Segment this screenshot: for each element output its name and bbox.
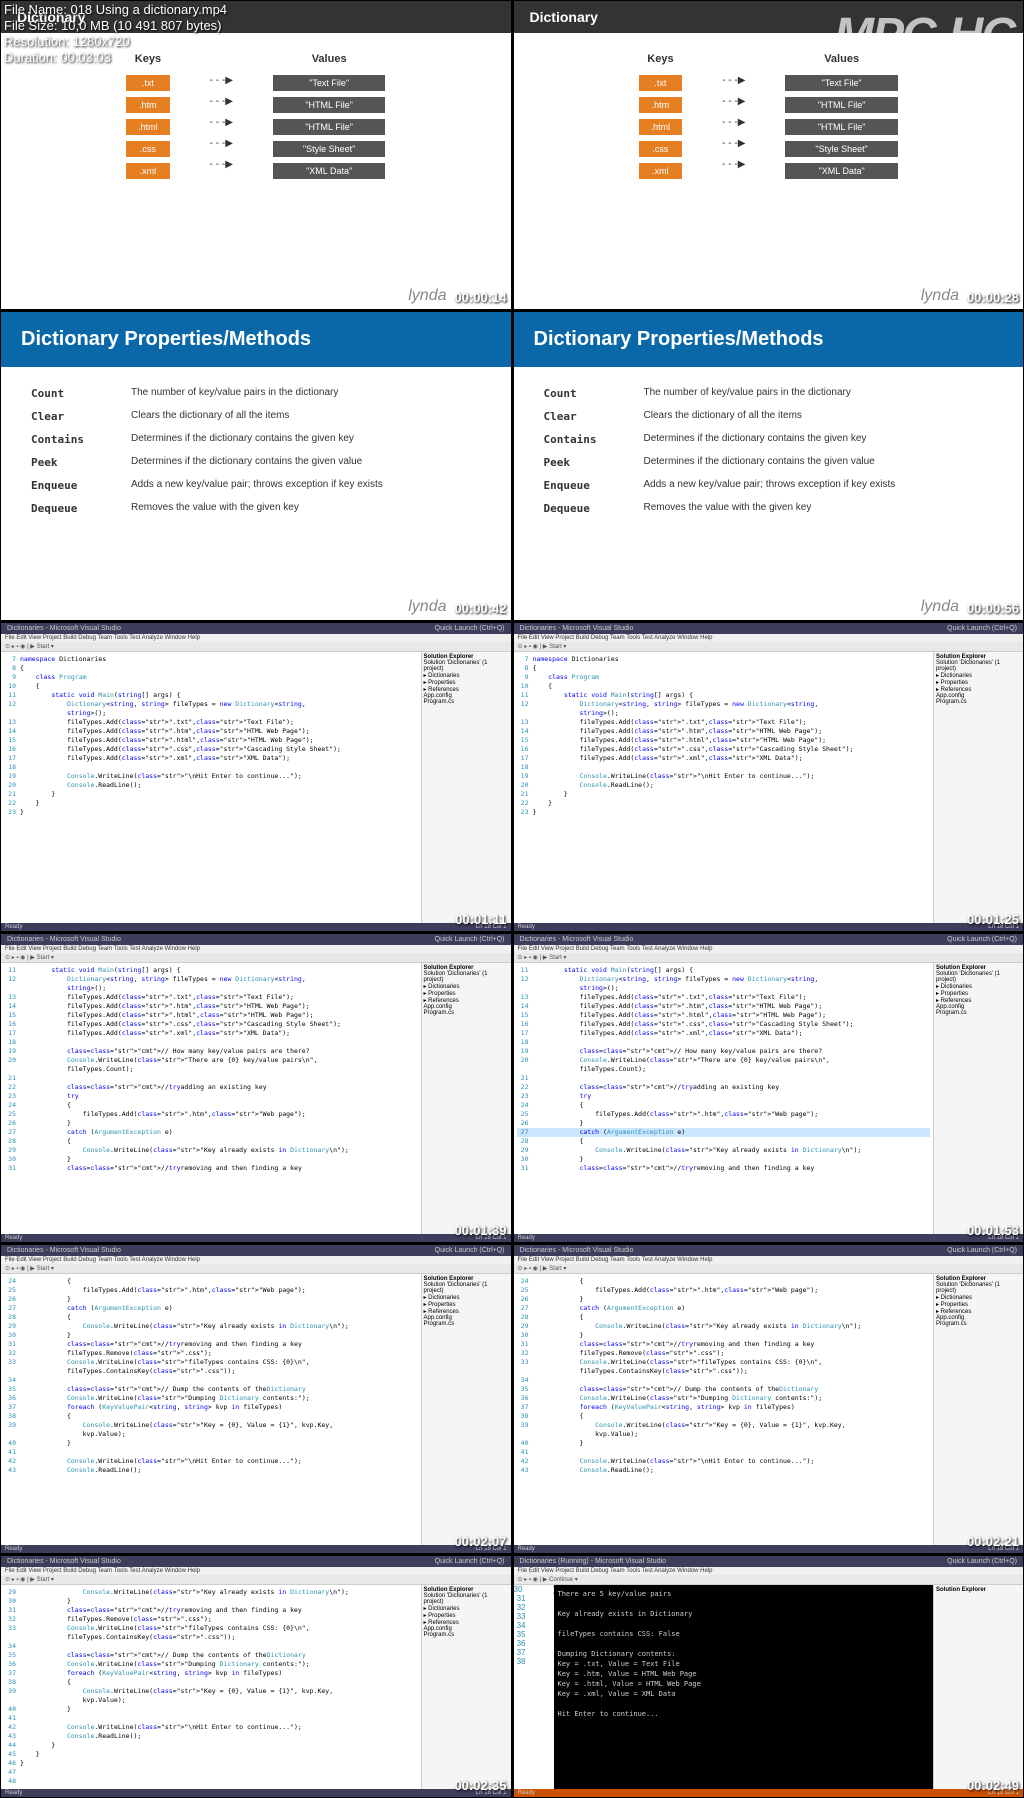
- val-box: "Text File": [273, 75, 385, 91]
- prop-name: Clear: [31, 410, 101, 423]
- timestamp: 00:01:53: [967, 1223, 1019, 1238]
- timestamp: 00:01:25: [967, 912, 1019, 927]
- meta-filename: File Name: 018 Using a dictionary.mp4: [4, 2, 227, 18]
- prop-name: Peek: [31, 456, 101, 469]
- slide-title: Dictionary Properties/Methods: [1, 312, 511, 367]
- prop-desc: Determines if the dictionary contains th…: [131, 456, 362, 469]
- timestamp: 00:02:49: [967, 1778, 1019, 1793]
- prop-desc: Clears the dictionary of all the items: [131, 410, 289, 423]
- solution-explorer[interactable]: Solution ExplorerSolution 'Dictionaries'…: [421, 652, 511, 923]
- thumbnail-6[interactable]: Dictionaries - Microsoft Visual StudioQu…: [514, 623, 1024, 931]
- thumbnail-5[interactable]: Dictionaries - Microsoft Visual StudioQu…: [1, 623, 511, 931]
- timestamp: 00:00:14: [454, 290, 506, 305]
- val-box: "HTML File": [273, 97, 385, 113]
- prop-name: Count: [31, 387, 101, 400]
- prop-name: Contains: [31, 433, 101, 446]
- prop-name: Dequeue: [31, 502, 101, 515]
- timestamp: 00:02:35: [454, 1778, 506, 1793]
- prop-desc: Removes the value with the given key: [131, 502, 299, 515]
- prop-desc: Determines if the dictionary contains th…: [131, 433, 354, 446]
- prop-desc: The number of key/value pairs in the dic…: [131, 387, 338, 400]
- prop-name: Peek: [544, 456, 614, 469]
- app-logo: MPC-HC: [834, 8, 1014, 63]
- prop-desc: Removes the value with the given key: [644, 502, 812, 515]
- prop-name: Count: [544, 387, 614, 400]
- meta-duration: Duration: 00:03:03: [4, 50, 227, 66]
- prop-name: Enqueue: [31, 479, 101, 492]
- thumbnail-3[interactable]: Dictionary Properties/Methods Count The n…: [1, 312, 511, 620]
- prop-name: Clear: [544, 410, 614, 423]
- timestamp: 00:02:07: [454, 1534, 506, 1549]
- console-output[interactable]: There are 5 key/value pairs Key already …: [554, 1585, 934, 1789]
- thumbnail-grid: Dictionary Keys .txt .htm .html .css .xm…: [0, 0, 1024, 1798]
- prop-name: Contains: [544, 433, 614, 446]
- prop-desc: Clears the dictionary of all the items: [644, 410, 802, 423]
- prop-desc: The number of key/value pairs in the dic…: [644, 387, 851, 400]
- val-box: "XML Data": [273, 163, 385, 179]
- prop-name: Dequeue: [544, 502, 614, 515]
- code-editor[interactable]: 24 {25 fileTypes.Add(class="str">".htm",…: [514, 1274, 934, 1545]
- prop-desc: Determines if the dictionary contains th…: [644, 456, 875, 469]
- vs-menubar[interactable]: File Edit View Project Build Debug Team …: [1, 634, 511, 642]
- timestamp: 00:00:42: [454, 601, 506, 616]
- thumbnail-12[interactable]: Dictionaries (Running) - Microsoft Visua…: [514, 1556, 1024, 1797]
- props-list: Count The number of key/value pairs in th…: [1, 367, 511, 545]
- code-editor[interactable]: 7namespace Dictionaries8{9 class Program…: [1, 652, 421, 923]
- thumbnail-8[interactable]: Dictionaries - Microsoft Visual StudioQu…: [514, 934, 1024, 1242]
- code-editor[interactable]: 11 static void Main(string[] args) {12 D…: [514, 963, 934, 1234]
- timestamp: 00:01:39: [454, 1223, 506, 1238]
- meta-filesize: File Size: 10,0 MB (10 491 807 bytes): [4, 18, 227, 34]
- code-editor[interactable]: 7namespace Dictionaries8{9 class Program…: [514, 652, 934, 923]
- vs-titlebar: Dictionaries - Microsoft Visual StudioQu…: [1, 623, 511, 634]
- code-editor[interactable]: 11 static void Main(string[] args) {12 D…: [1, 963, 421, 1234]
- key-box: .xml: [126, 163, 170, 179]
- key-box: .css: [126, 141, 170, 157]
- thumbnail-9[interactable]: Dictionaries - Microsoft Visual StudioQu…: [1, 1245, 511, 1553]
- code-editor[interactable]: 24 {25 fileTypes.Add(class="str">".htm",…: [1, 1274, 421, 1545]
- timestamp: 00:00:28: [967, 290, 1019, 305]
- key-box: .txt: [126, 75, 170, 91]
- timestamp: 00:00:56: [967, 601, 1019, 616]
- prop-desc: Adds a new key/value pair; throws except…: [644, 479, 896, 492]
- key-box: .htm: [126, 97, 170, 113]
- code-gutter: 30 }3132333435363738: [514, 1585, 554, 1789]
- val-box: "HTML File": [273, 119, 385, 135]
- prop-desc: Adds a new key/value pair; throws except…: [131, 479, 383, 492]
- thumbnail-10[interactable]: Dictionaries - Microsoft Visual StudioQu…: [514, 1245, 1024, 1553]
- timestamp: 00:02:21: [967, 1534, 1019, 1549]
- key-box: .html: [126, 119, 170, 135]
- thumbnail-7[interactable]: Dictionaries - Microsoft Visual StudioQu…: [1, 934, 511, 1242]
- val-box: "Style Sheet": [273, 141, 385, 157]
- timestamp: 00:01:11: [455, 912, 506, 927]
- file-metadata: File Name: 018 Using a dictionary.mp4 Fi…: [4, 2, 227, 66]
- code-editor[interactable]: 29 Console.WriteLine(class="str">"Key al…: [1, 1585, 421, 1789]
- vs-toolbar[interactable]: ⊙ ▸ ▪ ◉ | ▶ Start ▾: [1, 642, 511, 652]
- vs-statusbar: ReadyLn 18 Col 1: [1, 923, 511, 931]
- meta-resolution: Resolution: 1280x720: [4, 34, 227, 50]
- thumbnail-11[interactable]: Dictionaries - Microsoft Visual StudioQu…: [1, 1556, 511, 1797]
- prop-name: Enqueue: [544, 479, 614, 492]
- thumbnail-4[interactable]: Dictionary Properties/Methods CountThe n…: [514, 312, 1024, 620]
- prop-desc: Determines if the dictionary contains th…: [644, 433, 867, 446]
